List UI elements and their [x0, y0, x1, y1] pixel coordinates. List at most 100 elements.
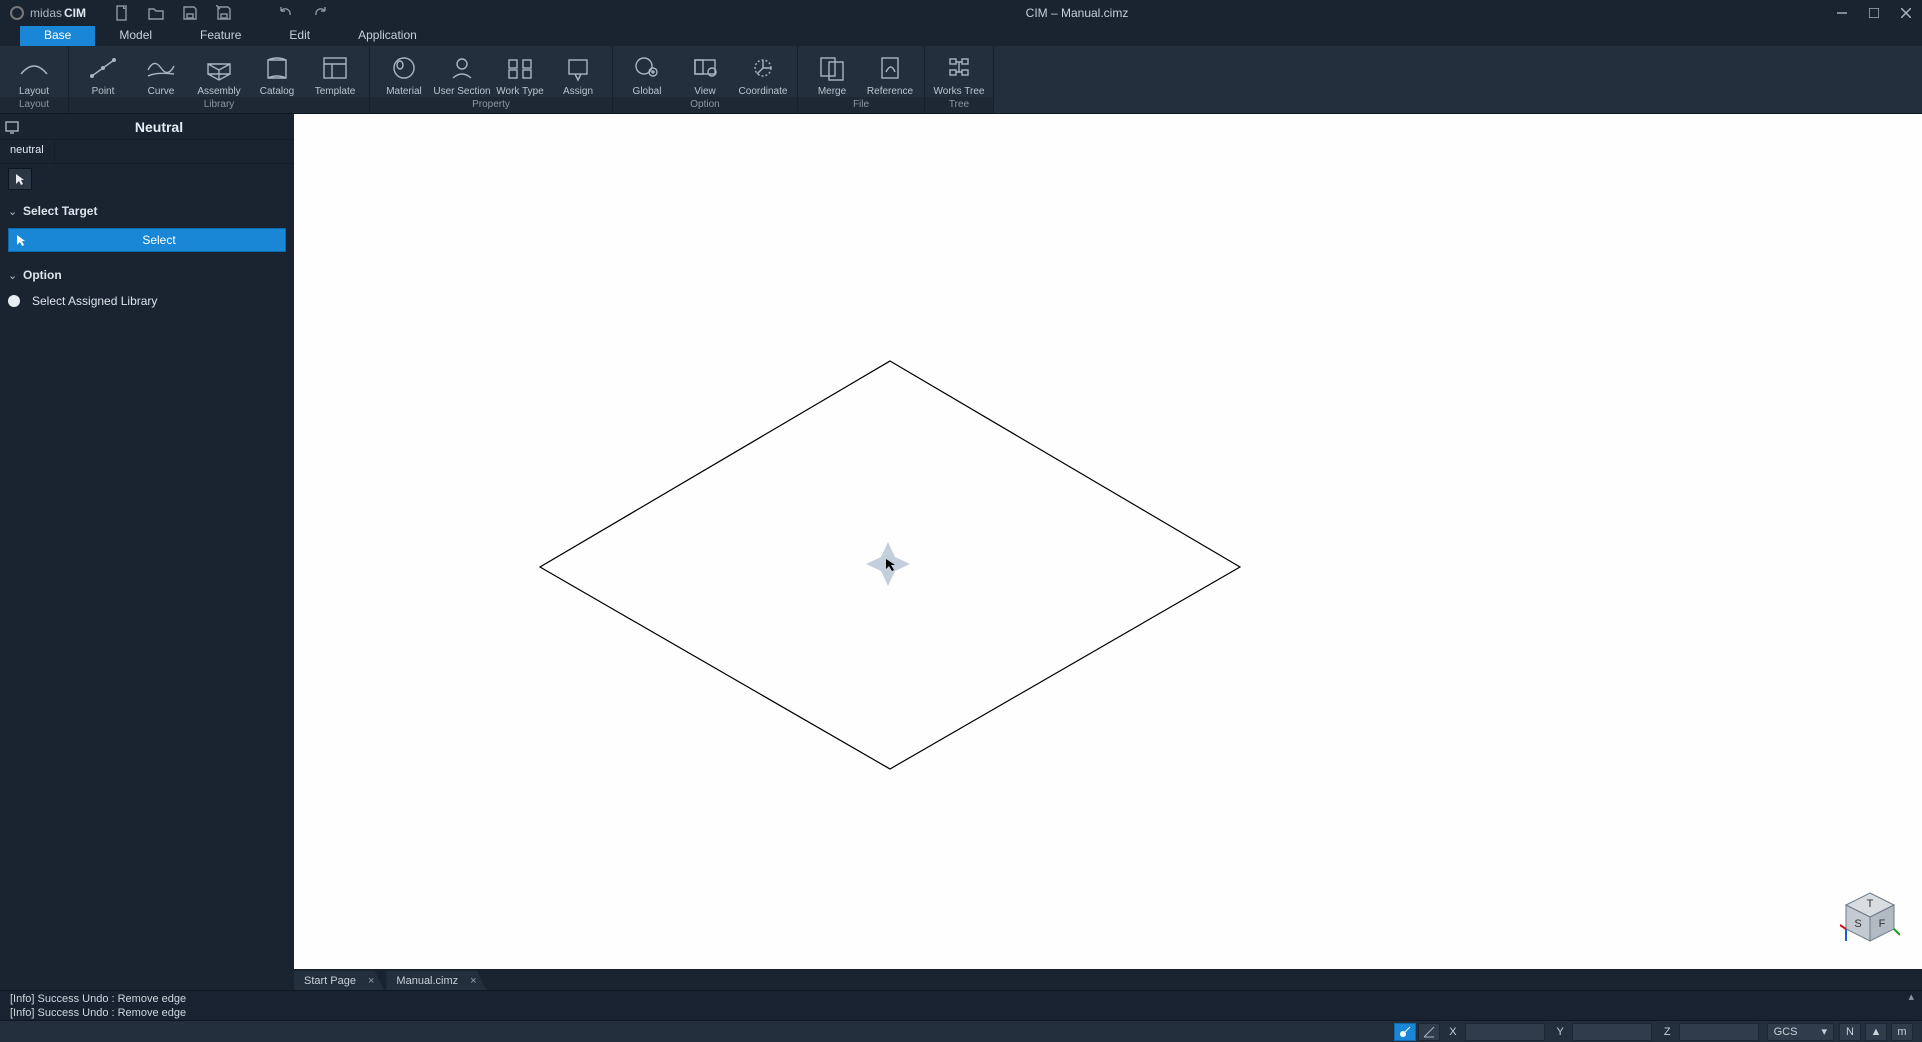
save-icon[interactable] — [182, 5, 198, 21]
reference-icon — [870, 48, 910, 88]
ribbon-label: Coordinate — [739, 86, 788, 97]
ribbon-global[interactable]: Global — [618, 44, 676, 97]
ribbon-group-label: Property — [370, 97, 612, 113]
ribbon-assembly[interactable]: Assembly — [190, 44, 248, 97]
ribbon-view[interactable]: View — [676, 44, 734, 97]
minimize-button[interactable] — [1826, 0, 1858, 26]
section-title: Option — [23, 268, 62, 282]
canvas-wrap: T S F Start Page × Manual.cimz × — [294, 114, 1922, 990]
ribbon-works-tree[interactable]: Works Tree — [930, 44, 988, 97]
snap-toggle-button[interactable] — [1394, 1023, 1416, 1041]
undo-icon[interactable] — [278, 5, 294, 21]
radio-select-assigned-library[interactable]: Select Assigned Library — [8, 288, 286, 314]
layout-icon — [14, 48, 54, 88]
status-unit-button[interactable]: m — [1891, 1023, 1913, 1041]
tree-icon — [939, 48, 979, 88]
close-icon[interactable]: × — [470, 975, 476, 987]
title-bar: midas CIM CIM – Manual.cimz — [0, 0, 1922, 26]
new-file-icon[interactable] — [114, 5, 130, 21]
radio-label: Select Assigned Library — [32, 294, 157, 308]
redo-icon[interactable] — [312, 5, 328, 21]
log-line: [Info] Success Undo : Remove edge — [10, 1006, 186, 1020]
assembly-icon — [199, 48, 239, 88]
select-button[interactable]: Select — [8, 228, 286, 252]
brand-text-1: midas — [30, 6, 62, 20]
log-line: [Info] Success Undo : Remove edge — [10, 992, 186, 1006]
ribbon-coordinate[interactable]: Coordinate — [734, 44, 792, 97]
ribbon-label: View — [694, 86, 716, 97]
ribbon-layout[interactable]: Layout — [5, 44, 63, 97]
ribbon-group-file: Merge Reference File — [798, 46, 925, 113]
cursor-icon — [9, 234, 33, 246]
maximize-button[interactable] — [1858, 0, 1890, 26]
coord-y-field[interactable] — [1572, 1023, 1652, 1041]
viewport-canvas[interactable]: T S F — [294, 114, 1922, 969]
save-as-icon[interactable] — [216, 5, 232, 21]
radio-icon — [8, 295, 20, 307]
doc-tab-start-page[interactable]: Start Page × — [294, 970, 384, 991]
catalog-icon — [257, 48, 297, 88]
ribbon-template[interactable]: Template — [306, 44, 364, 97]
cursor-tool-button[interactable] — [8, 168, 32, 190]
close-button[interactable] — [1890, 0, 1922, 26]
ribbon-label: Work Type — [496, 86, 543, 97]
status-up-button[interactable]: ▲ — [1865, 1023, 1887, 1041]
ribbon-label: Assign — [563, 86, 593, 97]
panel-monitor-icon[interactable] — [0, 115, 24, 139]
ortho-toggle-button[interactable] — [1418, 1023, 1440, 1041]
coord-label-y: Y — [1549, 1026, 1572, 1038]
material-icon — [384, 48, 424, 88]
ribbon-group-tree: Works Tree Tree — [925, 46, 994, 113]
ribbon-work-type[interactable]: Work Type — [491, 44, 549, 97]
panel-header: Neutral — [0, 114, 294, 140]
window-controls — [1826, 0, 1922, 26]
section-select-target[interactable]: ⌄ Select Target — [8, 198, 286, 224]
select-button-label: Select — [33, 233, 285, 247]
ribbon-catalog[interactable]: Catalog — [248, 44, 306, 97]
coord-x-field[interactable] — [1465, 1023, 1545, 1041]
view-cube[interactable]: T S F — [1840, 887, 1900, 947]
point-icon — [83, 48, 123, 88]
quick-access-toolbar — [114, 5, 328, 21]
doc-tab-manual[interactable]: Manual.cimz × — [386, 970, 486, 991]
ribbon-group-label: Tree — [925, 97, 993, 113]
message-log: [Info] Success Undo : Remove edge [Info]… — [0, 990, 1922, 1020]
ribbon-label: Reference — [867, 86, 913, 97]
ribbon-merge[interactable]: Merge — [803, 44, 861, 97]
ribbon-assign[interactable]: Assign — [549, 44, 607, 97]
ribbon-label: Curve — [148, 86, 175, 97]
ribbon-curve[interactable]: Curve — [132, 44, 190, 97]
section-option[interactable]: ⌄ Option — [8, 262, 286, 288]
ribbon-group-label: File — [798, 97, 924, 113]
logo-circle-icon — [10, 6, 24, 20]
close-icon[interactable]: × — [368, 975, 374, 987]
ribbon-group-label: Layout — [0, 97, 68, 113]
open-file-icon[interactable] — [148, 5, 164, 21]
document-tabs: Start Page × Manual.cimz × — [294, 969, 1922, 990]
ribbon-group-option: Global View Coordinate Option — [613, 46, 798, 113]
status-n-button[interactable]: N — [1839, 1023, 1861, 1041]
ribbon-label: Catalog — [260, 86, 294, 97]
coord-label-x: X — [1441, 1026, 1464, 1038]
main-area: Neutral neutral ⌄ Select Target Select ⌄ — [0, 114, 1922, 990]
model-view — [294, 114, 1922, 969]
ribbon-group-label: Option — [613, 97, 797, 113]
ribbon-label: Global — [633, 86, 662, 97]
log-collapse-button[interactable]: ▴ — [1908, 990, 1914, 1003]
doc-tab-label: Manual.cimz — [396, 975, 458, 987]
ribbon-user-section[interactable]: User Section — [433, 44, 491, 97]
ribbon-reference[interactable]: Reference — [861, 44, 919, 97]
coord-z-field[interactable] — [1679, 1023, 1759, 1041]
global-icon — [627, 48, 667, 88]
ribbon-label: Material — [386, 86, 422, 97]
ribbon-point[interactable]: Point — [74, 44, 132, 97]
user-section-icon — [442, 48, 482, 88]
ribbon: Layout Layout Point Curve Assembly Catal… — [0, 46, 1922, 114]
chevron-down-icon: ⌄ — [8, 205, 18, 218]
coordinate-icon — [743, 48, 783, 88]
ribbon-material[interactable]: Material — [375, 44, 433, 97]
panel-toolbar — [0, 164, 294, 192]
assign-icon — [558, 48, 598, 88]
sub-tab-neutral[interactable]: neutral — [0, 140, 55, 163]
coord-system-select[interactable]: GCS ▾ — [1767, 1023, 1834, 1041]
